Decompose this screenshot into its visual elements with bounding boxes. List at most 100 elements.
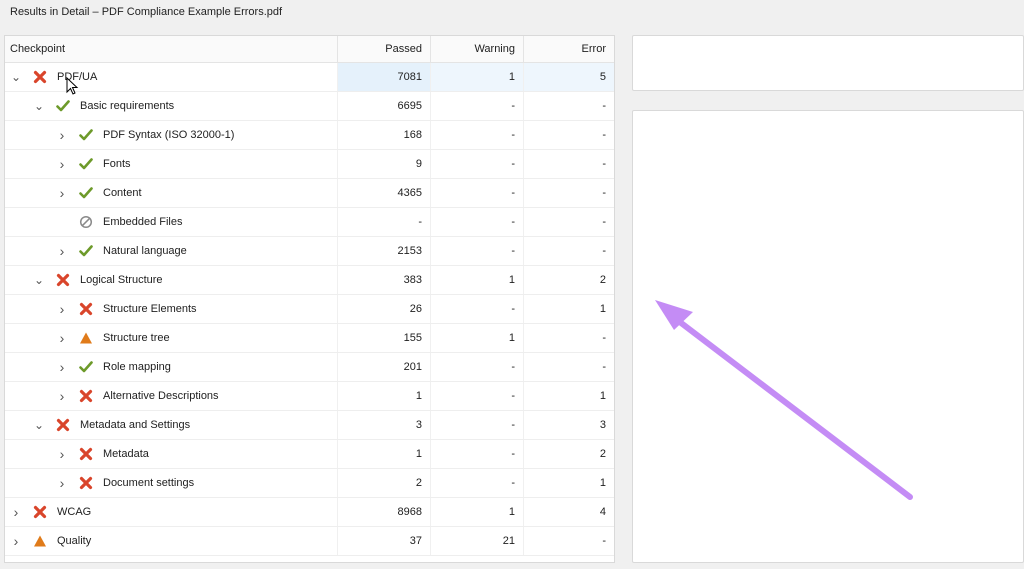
warning-count: -: [430, 440, 523, 468]
checkmark-icon: [79, 157, 93, 171]
tree-row[interactable]: › WCAG 8968 1 4: [5, 498, 614, 527]
error-count: 2: [523, 440, 614, 468]
tree-row[interactable]: ⌄ PDF/UA 7081 1 5: [5, 63, 614, 92]
warning-count: -: [430, 121, 523, 149]
checkpoint-label: WCAG: [57, 506, 92, 518]
checkpoint-label: Natural language: [103, 245, 187, 257]
error-count: 1: [523, 295, 614, 323]
tree-body: ⌄ PDF/UA 7081 1 5 ⌄ Basic requirements 6695- - › P…: [5, 63, 614, 556]
checkpoint-label: Metadata: [103, 448, 149, 460]
warning-count: -: [430, 92, 523, 120]
error-x-icon: [33, 505, 47, 519]
checkpoint-cell: ⌄ PDF/UA: [5, 63, 337, 91]
passed-count: 201: [337, 353, 430, 381]
tree-row[interactable]: ⌄ Logical Structure 383 1 2: [5, 266, 614, 295]
checkpoint-cell: › Alternative Descriptions: [5, 382, 337, 410]
warning-count: -: [430, 295, 523, 323]
tree-row[interactable]: ⌄ Basic requirements 6695- -: [5, 92, 614, 121]
tree-row[interactable]: › PDF Syntax (ISO 32000-1) 168- -: [5, 121, 614, 150]
passed-count: 26: [337, 295, 430, 323]
checkmark-icon: [79, 360, 93, 374]
collapse-chevron-icon[interactable]: ⌄: [34, 418, 44, 432]
column-header-checkpoint[interactable]: Checkpoint: [5, 36, 337, 62]
error-count: 3: [523, 411, 614, 439]
tree-row[interactable]: › Alternative Descriptions 1-1: [5, 382, 614, 411]
expand-chevron-icon[interactable]: ›: [57, 185, 67, 201]
expand-chevron-icon[interactable]: ›: [57, 301, 67, 317]
tree-row[interactable]: › Metadata 1-2: [5, 440, 614, 469]
checkpoint-label: Quality: [57, 535, 92, 547]
warning-triangle-icon: [33, 534, 47, 548]
column-header-warning[interactable]: Warning: [430, 36, 523, 62]
checkpoint-label: Content: [103, 187, 142, 199]
error-x-icon: [56, 418, 70, 432]
checkpoint-label: Basic requirements: [80, 100, 175, 112]
tree-row[interactable]: › Quality 37 21-: [5, 527, 614, 556]
expand-chevron-icon[interactable]: ›: [57, 127, 67, 143]
checkpoint-cell: › Fonts: [5, 150, 337, 178]
expand-chevron-icon[interactable]: ›: [11, 504, 21, 520]
warning-count: -: [430, 150, 523, 178]
error-count: 1: [523, 469, 614, 497]
checkpoint-cell: › PDF Syntax (ISO 32000-1): [5, 121, 337, 149]
error-count: -: [523, 121, 614, 149]
checkpoint-label: PDF Syntax (ISO 32000-1): [103, 129, 235, 141]
column-header-passed[interactable]: Passed: [337, 36, 430, 62]
tree-row[interactable]: › Structure Elements 26-1: [5, 295, 614, 324]
window-title: Results in Detail – PDF Compliance Examp…: [10, 6, 283, 18]
passed-count: 7081: [337, 63, 430, 91]
passed-count: 1: [337, 440, 430, 468]
tree-row[interactable]: › Natural language 2153- -: [5, 237, 614, 266]
error-x-icon: [79, 389, 93, 403]
checkmark-icon: [79, 244, 93, 258]
passed-count: -: [337, 208, 430, 236]
expand-chevron-icon[interactable]: ›: [57, 446, 67, 462]
error-count: -: [523, 324, 614, 352]
checkpoint-cell: Embedded Files: [5, 208, 337, 236]
error-count: 1: [523, 382, 614, 410]
tree-row[interactable]: › Content 4365- -: [5, 179, 614, 208]
warning-count: 1: [430, 266, 523, 294]
checkpoint-cell: › Metadata: [5, 440, 337, 468]
error-count: -: [523, 353, 614, 381]
passed-count: 3: [337, 411, 430, 439]
expand-chevron-icon[interactable]: ›: [57, 156, 67, 172]
collapse-chevron-icon[interactable]: ⌄: [34, 99, 44, 113]
checkpoint-label: Metadata and Settings: [80, 419, 191, 431]
tree-row[interactable]: › Role mapping 201- -: [5, 353, 614, 382]
collapse-chevron-icon[interactable]: ⌄: [11, 70, 21, 84]
checkpoint-cell: › Role mapping: [5, 353, 337, 381]
tree-row[interactable]: › Fonts 9- -: [5, 150, 614, 179]
expand-chevron-icon[interactable]: ›: [57, 330, 67, 346]
error-count: 5: [523, 63, 614, 91]
results-tree[interactable]: Checkpoint Passed Warning Error ⌄ PDF/UA 7…: [4, 35, 615, 563]
error-count: 2: [523, 266, 614, 294]
expand-chevron-icon[interactable]: ›: [11, 533, 21, 549]
checkpoint-cell: › Content: [5, 179, 337, 207]
column-header-error[interactable]: Error: [523, 36, 614, 62]
checkpoint-cell: › Document settings: [5, 469, 337, 497]
warning-count: 1: [430, 63, 523, 91]
passed-count: 9: [337, 150, 430, 178]
tree-row[interactable]: › Document settings 2-1: [5, 469, 614, 498]
passed-count: 2: [337, 469, 430, 497]
mouse-cursor-icon: [66, 77, 79, 95]
error-x-icon: [79, 447, 93, 461]
expand-chevron-icon[interactable]: ›: [57, 359, 67, 375]
warning-count: -: [430, 237, 523, 265]
collapse-chevron-icon[interactable]: ⌄: [34, 273, 44, 287]
expand-chevron-icon[interactable]: ›: [57, 388, 67, 404]
passed-count: 6695: [337, 92, 430, 120]
expand-chevron-icon[interactable]: ›: [57, 243, 67, 259]
error-count: -: [523, 92, 614, 120]
warning-count: -: [430, 469, 523, 497]
passed-count: 1: [337, 382, 430, 410]
tree-row[interactable]: ⌄ Metadata and Settings 3-3: [5, 411, 614, 440]
error-count: 4: [523, 498, 614, 526]
error-count: -: [523, 527, 614, 555]
checkpoint-cell: ⌄ Logical Structure: [5, 266, 337, 294]
tree-row[interactable]: › Structure tree 155 1-: [5, 324, 614, 353]
expand-chevron-icon[interactable]: ›: [57, 475, 67, 491]
passed-count: 168: [337, 121, 430, 149]
tree-row[interactable]: Embedded Files - - -: [5, 208, 614, 237]
